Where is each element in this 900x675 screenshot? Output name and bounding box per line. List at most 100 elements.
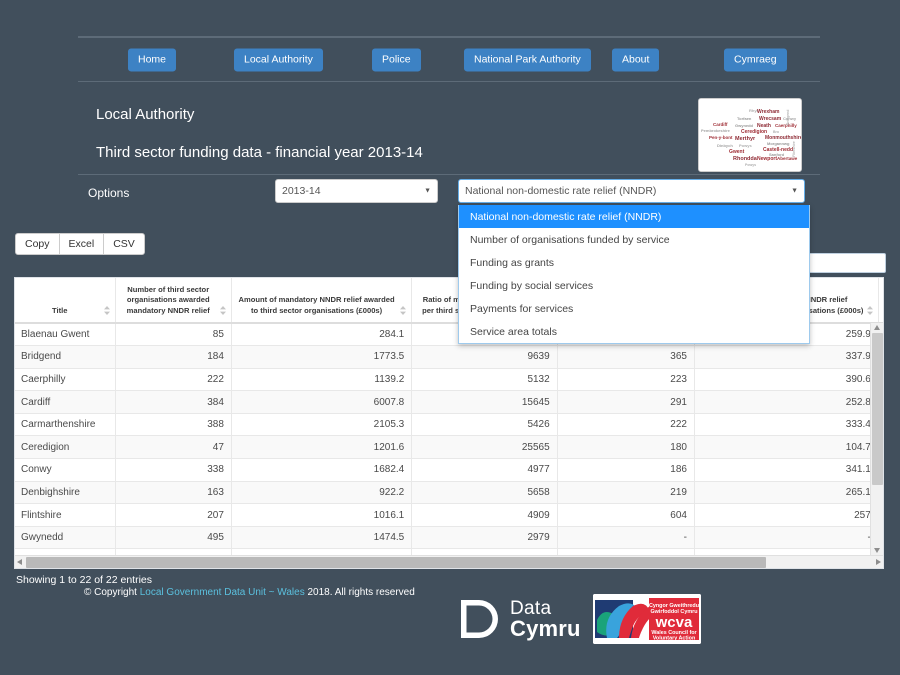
cell-value: 9639 bbox=[411, 345, 558, 369]
cell-value: 341.1 bbox=[694, 458, 879, 482]
scroll-up-icon[interactable] bbox=[874, 325, 880, 330]
cell-value: 222 bbox=[115, 368, 232, 392]
cell-value: 1474.5 bbox=[231, 526, 413, 550]
cell-title: Cardiff bbox=[15, 390, 116, 414]
table-horizontal-scrollbar[interactable] bbox=[15, 555, 883, 568]
cell-value: 4909 bbox=[411, 503, 558, 527]
cell-value: 207 bbox=[115, 503, 232, 527]
sort-icon bbox=[866, 306, 873, 315]
copyright-suffix: 2018. All rights reserved bbox=[304, 587, 415, 598]
cell-title: Blaenau Gwent bbox=[15, 323, 116, 347]
column-header-title-label: Title bbox=[52, 305, 68, 315]
column-header-title[interactable]: Title bbox=[15, 278, 116, 324]
column-header-mandatory-count-label: Number of third sector organisations awa… bbox=[126, 284, 210, 315]
cell-title: Denbighshire bbox=[15, 481, 116, 505]
table-body: Blaenau Gwent85284.1334123259.91444Bridg… bbox=[15, 323, 883, 568]
cell-value: 6007.8 bbox=[231, 390, 413, 414]
table-row: Ceredigion471201.625565180104.71502 bbox=[15, 435, 883, 460]
data-cymru-mark-icon bbox=[461, 600, 498, 638]
cell-value: 604 bbox=[557, 503, 695, 527]
scroll-down-icon[interactable] bbox=[874, 548, 880, 553]
export-button-group: Copy Excel CSV bbox=[15, 233, 145, 255]
nav-item-local-authority[interactable]: Local Authority bbox=[234, 47, 323, 72]
svg-text:Gwent: Gwent bbox=[729, 149, 745, 155]
horizontal-scroll-thumb[interactable] bbox=[26, 557, 766, 568]
cell-value: 384 bbox=[115, 390, 232, 414]
svg-text:Gwynedd: Gwynedd bbox=[735, 123, 754, 128]
copyright-prefix: © Copyright bbox=[84, 587, 140, 598]
cell-value: 333.4 bbox=[694, 413, 879, 437]
page-title: Local Authority bbox=[96, 106, 195, 123]
copyright-link[interactable]: Local Government Data Unit ~ Wales bbox=[140, 587, 305, 598]
cell-title: Caerphilly bbox=[15, 368, 116, 392]
nav-item-cymraeg[interactable]: Cymraeg bbox=[724, 47, 787, 72]
table-vertical-scrollbar[interactable] bbox=[870, 323, 883, 555]
vertical-scroll-thumb[interactable] bbox=[872, 333, 883, 485]
dropdown-option-payments-for-services[interactable]: Payments for services bbox=[459, 297, 809, 320]
cell-value: 2105.3 bbox=[231, 413, 413, 437]
nav-item-home[interactable]: Home bbox=[128, 47, 177, 72]
dropdown-option-funding-as-grants[interactable]: Funding as grants bbox=[459, 251, 809, 274]
cell-value: 85 bbox=[115, 323, 232, 347]
svg-text:Bridgend: Bridgend bbox=[786, 110, 790, 125]
column-header-discretionary-ratio[interactable]: Ratio of discretionary NNDR relief per t… bbox=[878, 278, 883, 324]
dropdown-option-service-area-totals[interactable]: Service area totals bbox=[459, 320, 809, 343]
svg-text:Bro: Bro bbox=[773, 130, 779, 134]
svg-text:Merthyr: Merthyr bbox=[735, 136, 756, 142]
table-row: Carmarthenshire3882105.35426222333.4869 bbox=[15, 413, 883, 437]
cell-title: Bridgend bbox=[15, 345, 116, 369]
cell-title: Conwy bbox=[15, 458, 116, 482]
column-header-mandatory-amount-label: Amount of mandatory NNDR relief awarded … bbox=[238, 295, 395, 315]
svg-text:Powys: Powys bbox=[739, 143, 752, 148]
svg-text:Flintshire: Flintshire bbox=[792, 141, 796, 157]
svg-text:Powys: Powys bbox=[745, 163, 756, 167]
cell-value: 390.6 bbox=[694, 368, 879, 392]
measure-select[interactable]: National non-domestic rate relief (NNDR)… bbox=[458, 179, 805, 203]
sort-icon bbox=[103, 306, 110, 315]
svg-text:Ceredigion: Ceredigion bbox=[741, 129, 767, 135]
table-row: Gwynedd4951474.52979--426 bbox=[15, 526, 883, 550]
cell-value: 184 bbox=[115, 345, 232, 369]
cell-title: Carmarthenshire bbox=[15, 413, 116, 437]
copy-button[interactable]: Copy bbox=[15, 233, 60, 255]
measure-select-value: National non-domestic rate relief (NNDR) bbox=[465, 185, 657, 197]
column-header-mandatory-count[interactable]: Number of third sector organisations awa… bbox=[115, 278, 232, 324]
dropdown-option-number-funded-by-service[interactable]: Number of organisations funded by servic… bbox=[459, 228, 809, 251]
cell-value: 365 bbox=[557, 345, 695, 369]
cell-value: 1016.1 bbox=[231, 503, 413, 527]
cell-value: 2979 bbox=[411, 526, 558, 550]
nav-item-police[interactable]: Police bbox=[372, 47, 421, 72]
cell-value: 223 bbox=[557, 368, 695, 392]
svg-text:Torfaen: Torfaen bbox=[737, 116, 752, 121]
cell-title: Ceredigion bbox=[15, 435, 116, 460]
cell-value: 219 bbox=[557, 481, 695, 505]
copyright-notice: © Copyright Local Government Data Unit ~… bbox=[84, 587, 415, 598]
cell-value: 5426 bbox=[411, 413, 558, 437]
nav-item-about[interactable]: About bbox=[612, 47, 660, 72]
page-subtitle: Third sector funding data - financial ye… bbox=[96, 144, 423, 161]
main-navigation: Home Local Authority Police National Par… bbox=[78, 36, 820, 82]
svg-text:Rhondda: Rhondda bbox=[733, 156, 758, 162]
year-select[interactable]: 2013-14 ▼ bbox=[275, 179, 438, 203]
scroll-left-icon[interactable] bbox=[17, 559, 22, 565]
excel-button[interactable]: Excel bbox=[58, 233, 105, 255]
dropdown-option-nndr[interactable]: National non-domestic rate relief (NNDR) bbox=[459, 205, 809, 228]
table-row: Flintshire2071016.149096042571211 bbox=[15, 503, 883, 527]
data-cymru-wordmark: Data Cymru bbox=[510, 599, 581, 640]
dropdown-option-funding-by-social-services[interactable]: Funding by social services bbox=[459, 274, 809, 297]
cell-value: 922.2 bbox=[231, 481, 413, 505]
scroll-right-icon[interactable] bbox=[876, 559, 881, 565]
column-header-mandatory-amount[interactable]: Amount of mandatory NNDR relief awarded … bbox=[231, 278, 413, 324]
data-cymru-logo: Data Cymru bbox=[455, 596, 581, 642]
wordcloud-image: Rhyl Wrexham Torfaen Wrecsam Conwy Cardi… bbox=[698, 98, 802, 172]
cell-value: 265.1 bbox=[694, 481, 879, 505]
measure-dropdown-list[interactable]: National non-domestic rate relief (NNDR)… bbox=[458, 205, 810, 344]
chevron-down-icon: ▼ bbox=[791, 187, 798, 195]
nav-item-national-park-authority[interactable]: National Park Authority bbox=[464, 47, 591, 72]
cell-value: 337.9 bbox=[694, 345, 879, 369]
table-row: Bridgend1841773.59639365337.92113 bbox=[15, 345, 883, 369]
csv-button[interactable]: CSV bbox=[103, 233, 145, 255]
cell-value: 1139.2 bbox=[231, 368, 413, 392]
cell-value: 1201.6 bbox=[231, 435, 413, 460]
sort-icon bbox=[400, 306, 407, 315]
